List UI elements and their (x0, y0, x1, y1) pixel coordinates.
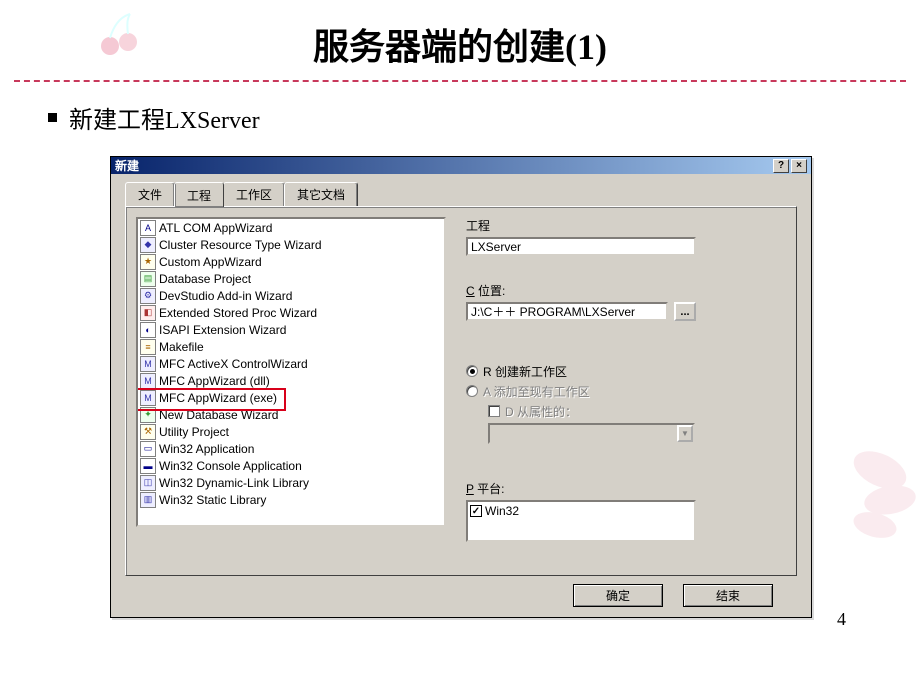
cancel-button[interactable]: 结束 (683, 584, 773, 607)
bullet-item: 新建工程LXServer (48, 100, 920, 135)
wizard-icon: ◆ (140, 237, 156, 253)
new-project-dialog: 新建 ? × 文件 工程 工作区 其它文档 AATL COM AppWizard… (110, 156, 812, 618)
tab-panel: AATL COM AppWizard ◆Cluster Resource Typ… (125, 206, 797, 576)
radio-icon (466, 365, 478, 377)
tab-other-docs[interactable]: 其它文档 (284, 182, 358, 206)
checkbox-checked-icon: ✓ (470, 505, 482, 517)
mfc-icon: M (140, 373, 156, 389)
list-item[interactable]: ◫Win32 Dynamic-Link Library (138, 474, 444, 491)
platform-listbox[interactable]: ✓ Win32 (466, 500, 696, 542)
tab-workspace[interactable]: 工作区 (223, 182, 285, 206)
mfc-icon: M (140, 356, 156, 372)
ok-button[interactable]: 确定 (573, 584, 663, 607)
console-icon: ▬ (140, 458, 156, 474)
list-item[interactable]: ▭Win32 Application (138, 440, 444, 457)
wizard-icon: ◧ (140, 305, 156, 321)
browse-button[interactable]: ... (674, 302, 696, 321)
list-item[interactable]: ⚒Utility Project (138, 423, 444, 440)
project-name-label: 工程 (466, 217, 786, 234)
db-wizard-icon: ✦ (140, 407, 156, 423)
list-item[interactable]: ◧Extended Stored Proc Wizard (138, 304, 444, 321)
list-item[interactable]: ⚙DevStudio Add-in Wizard (138, 287, 444, 304)
list-item[interactable]: ▥Win32 Static Library (138, 491, 444, 508)
project-name-input[interactable]: LXServer (466, 237, 696, 256)
bullet-square-icon (48, 113, 57, 122)
wizard-icon: A (140, 220, 156, 236)
platform-item[interactable]: ✓ Win32 (470, 504, 692, 518)
utility-icon: ⚒ (140, 424, 156, 440)
dialog-tabs: 文件 工程 工作区 其它文档 (125, 184, 797, 206)
bullet-text: 新建工程LXServer (69, 100, 260, 135)
list-item-selected[interactable]: MMFC AppWizard (exe) (138, 389, 444, 406)
list-item[interactable]: AATL COM AppWizard (138, 219, 444, 236)
radio-create-workspace[interactable]: R 创建新工作区 (466, 361, 786, 381)
title-divider (14, 80, 906, 82)
close-button[interactable]: × (791, 159, 807, 173)
location-input[interactable]: J:\C＋＋ PROGRAM\LXServer (466, 302, 668, 321)
list-item[interactable]: ◆Cluster Resource Type Wizard (138, 236, 444, 253)
dependency-combo: ▼ (488, 423, 695, 444)
makefile-icon: ≡ (140, 339, 156, 355)
location-label: C 位置: (466, 282, 786, 299)
checkbox-dependency: D 从属性的： (466, 401, 786, 421)
dialog-title: 新建 (115, 157, 139, 174)
list-item[interactable]: ≡Makefile (138, 338, 444, 355)
dll-icon: ◫ (140, 475, 156, 491)
wizard-icon: ⚙ (140, 288, 156, 304)
flower-decoration-icon (820, 420, 920, 560)
platform-label: P 平台: (466, 480, 786, 497)
list-item[interactable]: ▤Database Project (138, 270, 444, 287)
wizard-icon: ★ (140, 254, 156, 270)
slide-title: 服务器端的创建(1) (0, 0, 920, 80)
radio-icon (466, 385, 478, 397)
chevron-down-icon: ▼ (677, 425, 693, 442)
help-button[interactable]: ? (773, 159, 789, 173)
tab-project[interactable]: 工程 (174, 182, 224, 207)
win32-icon: ▭ (140, 441, 156, 457)
tab-file[interactable]: 文件 (125, 182, 175, 206)
project-type-listbox[interactable]: AATL COM AppWizard ◆Cluster Resource Typ… (136, 217, 446, 527)
page-number: 4 (837, 609, 846, 630)
mfc-exe-icon: M (140, 390, 156, 406)
radio-add-workspace[interactable]: A 添加至现有工作区 (466, 381, 786, 401)
lib-icon: ▥ (140, 492, 156, 508)
list-item[interactable]: MMFC AppWizard (dll) (138, 372, 444, 389)
db-icon: ▤ (140, 271, 156, 287)
list-item[interactable]: ▬Win32 Console Application (138, 457, 444, 474)
list-item[interactable]: MMFC ActiveX ControlWizard (138, 355, 444, 372)
list-item[interactable]: ✦New Database Wizard (138, 406, 444, 423)
checkbox-icon (488, 405, 500, 417)
list-item[interactable]: ◐ISAPI Extension Wizard (138, 321, 444, 338)
dialog-titlebar[interactable]: 新建 ? × (111, 157, 811, 174)
list-item[interactable]: ★Custom AppWizard (138, 253, 444, 270)
wizard-icon: ◐ (140, 322, 156, 338)
